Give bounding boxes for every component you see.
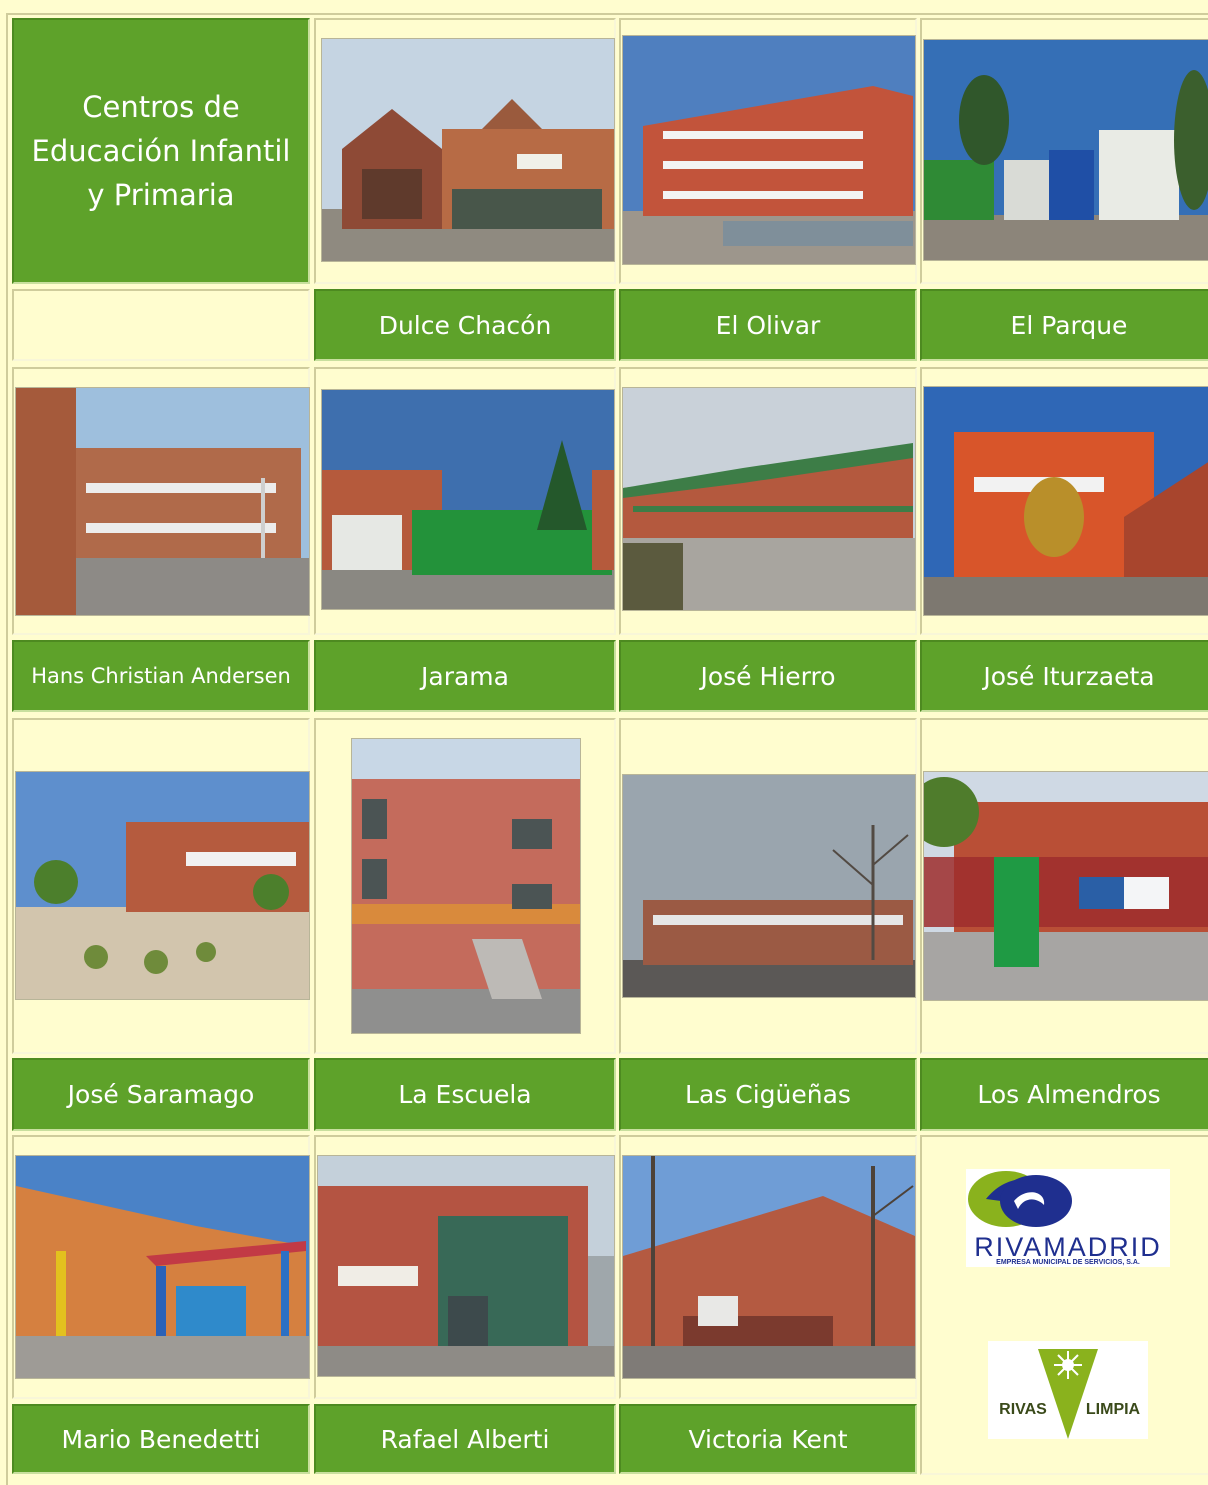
photo-los-almendros[interactable] (923, 771, 1208, 1001)
rivas-label: RIVAS (999, 1401, 1047, 1418)
label-rafael-alberti[interactable]: Rafael Alberti (314, 1404, 616, 1474)
label-victoria-kent[interactable]: Victoria Kent (619, 1404, 917, 1474)
photo-cell-la-escuela (314, 718, 616, 1054)
photo-la-escuela[interactable] (351, 738, 581, 1034)
title-line-2: Educación Infantil (31, 134, 291, 168)
label-jarama[interactable]: Jarama (314, 640, 616, 712)
title-line-3: y Primaria (87, 178, 235, 212)
photo-cell-mario-benedetti (12, 1135, 310, 1399)
label-dulce-chacon[interactable]: Dulce Chacón (314, 289, 616, 361)
rivamadrid-logo[interactable]: RIVAMADRID EMPRESA MUNICIPAL DE SERVICIO… (966, 1169, 1170, 1267)
label-los-almendros[interactable]: Los Almendros (920, 1058, 1208, 1131)
photo-cell-el-parque (920, 18, 1208, 284)
photo-jose-saramago[interactable] (15, 771, 310, 1000)
limpia-label: LIMPIA (1085, 1401, 1141, 1418)
empty-cell (12, 289, 310, 361)
photo-jarama[interactable] (321, 389, 615, 610)
title-line-1: Centros de (82, 90, 240, 124)
photo-cell-rafael-alberti (314, 1135, 616, 1399)
photo-cell-victoria-kent (619, 1135, 917, 1399)
label-jose-iturzaeta[interactable]: José Iturzaeta (920, 640, 1208, 712)
photo-mario-benedetti[interactable] (15, 1155, 310, 1379)
photo-rafael-alberti[interactable] (317, 1155, 615, 1377)
photo-cell-dulce-chacon (314, 18, 616, 284)
rivas-limpia-leaf-icon (1038, 1349, 1098, 1439)
photo-el-parque[interactable] (923, 39, 1208, 261)
photo-dulce-chacon[interactable] (321, 38, 615, 262)
photo-el-olivar[interactable] (622, 35, 916, 265)
label-mario-benedetti[interactable]: Mario Benedetti (12, 1404, 310, 1474)
label-el-olivar[interactable]: El Olivar (619, 289, 917, 361)
label-la-escuela[interactable]: La Escuela (314, 1058, 616, 1131)
label-jose-saramago[interactable]: José Saramago (12, 1058, 310, 1131)
photo-cell-jose-saramago (12, 718, 310, 1054)
photo-jose-hierro[interactable] (622, 387, 916, 611)
photo-las-ciguenas[interactable] (622, 774, 916, 998)
rivamadrid-subtitle: EMPRESA MUNICIPAL DE SERVICIOS, S.A. (996, 1259, 1140, 1266)
photo-cell-las-ciguenas (619, 718, 917, 1054)
photo-victoria-kent[interactable] (622, 1155, 916, 1379)
section-title: Centros de Educación Infantil y Primaria (12, 18, 310, 284)
label-jose-hierro[interactable]: José Hierro (619, 640, 917, 712)
sponsors-cell: RIVAMADRID EMPRESA MUNICIPAL DE SERVICIO… (920, 1135, 1208, 1475)
photo-cell-hans-christian-andersen (12, 367, 310, 635)
rivas-limpia-logo[interactable]: RIVAS LIMPIA (988, 1341, 1148, 1439)
photo-jose-iturzaeta[interactable] (923, 386, 1208, 616)
label-las-ciguenas[interactable]: Las Cigüeñas (619, 1058, 917, 1131)
photo-cell-jose-iturzaeta (920, 367, 1208, 635)
photo-cell-jose-hierro (619, 367, 917, 635)
photo-cell-jarama (314, 367, 616, 635)
label-hans-christian-andersen[interactable]: Hans Christian Andersen (12, 640, 310, 712)
photo-cell-los-almendros (920, 718, 1208, 1054)
photo-cell-el-olivar (619, 18, 917, 284)
photo-hans-christian-andersen[interactable] (15, 387, 310, 616)
rivamadrid-name: RIVAMADRID (974, 1232, 1162, 1262)
label-el-parque[interactable]: El Parque (920, 289, 1208, 361)
